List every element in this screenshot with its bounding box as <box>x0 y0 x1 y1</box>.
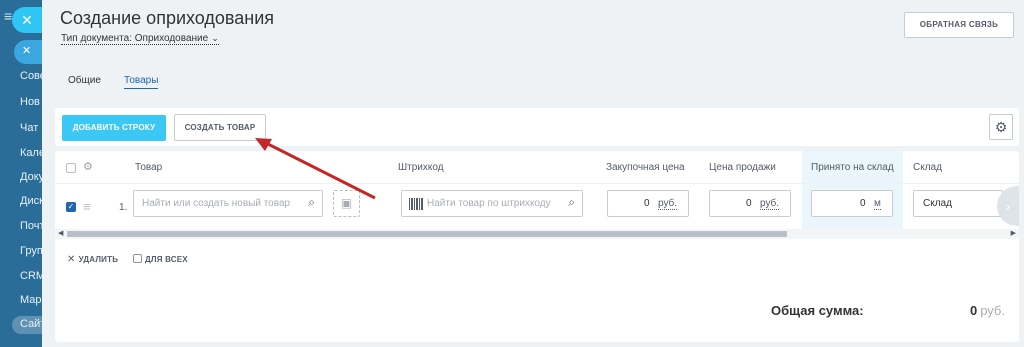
purchase-currency[interactable]: руб. <box>658 198 678 210</box>
column-header: Принято на склад <box>811 162 894 173</box>
select-all-checkbox[interactable] <box>66 163 76 173</box>
doc-type-label: Тип документа: <box>61 33 132 44</box>
sidebar-item[interactable]: Груп <box>20 245 42 257</box>
gear-icon: ⚙ <box>994 119 1008 135</box>
sidebar-item[interactable]: Диск <box>20 195 42 207</box>
sidebar-active-pill[interactable]: ✕ <box>14 40 42 64</box>
column-header: Склад <box>913 162 942 173</box>
sale-price-input[interactable]: 0 руб. <box>709 190 791 217</box>
sale-price-value: 0 <box>746 198 752 209</box>
purchase-price-input[interactable]: 0 руб. <box>607 190 689 217</box>
table-row: ✓ ≡ 1. Найти или создать новый товар ⌕ ▣… <box>55 185 1003 229</box>
product-search-input[interactable]: Найти или создать новый товар ⌕ <box>133 190 323 217</box>
column-header: Цена продажи <box>709 162 776 173</box>
left-sidebar: ≡ ✕ Сове Нов Чат Кале Доку Диск Почт Гру… <box>0 0 42 347</box>
column-header: Товар <box>135 162 163 173</box>
scrollbar-thumb[interactable] <box>67 231 787 237</box>
row-number: 1. <box>119 202 128 213</box>
sale-currency[interactable]: руб. <box>760 198 780 210</box>
table-header: ⚙ Товар Штрихкод Закупочная цена Цена пр… <box>55 151 1019 184</box>
sidebar-item[interactable]: Нов <box>20 96 40 108</box>
chevron-down-icon: ⌄ <box>211 33 219 43</box>
sidebar-item[interactable]: Сайт <box>20 318 42 330</box>
barcode-icon <box>409 198 423 210</box>
slider-panel: Создание оприходования Тип документа: Оп… <box>42 0 1024 347</box>
tab-products[interactable]: Товары <box>124 75 159 89</box>
slider-close-button[interactable]: ✕ <box>12 7 42 33</box>
image-placeholder-icon[interactable]: ▣ <box>333 190 360 217</box>
sidebar-item[interactable]: CRM <box>20 270 42 282</box>
sidebar-item[interactable]: Почт <box>20 220 42 232</box>
sidebar-item[interactable]: Чат <box>20 122 38 134</box>
sidebar-item[interactable]: Сове <box>20 70 42 82</box>
delete-action[interactable]: ✕ УДАЛИТЬ <box>67 254 118 265</box>
toolbar: ДОБАВИТЬ СТРОКУ СОЗДАТЬ ТОВАР ⚙ <box>55 108 1019 146</box>
gear-icon[interactable]: ⚙ <box>83 160 93 173</box>
for-all-checkbox[interactable]: ДЛЯ ВСЕХ <box>133 254 188 264</box>
row-checkbox[interactable]: ✓ <box>66 202 76 212</box>
total-value: 0 <box>969 303 978 318</box>
close-icon: ✕ <box>67 254 76 265</box>
drag-handle-icon[interactable]: ≡ <box>83 199 91 214</box>
total-amount: 0 руб. <box>970 303 1005 318</box>
hamburger-icon[interactable]: ≡ <box>4 8 12 24</box>
page-title: Создание оприходования <box>60 8 275 28</box>
accepted-quantity-input[interactable]: 0 м <box>811 190 893 217</box>
column-header: Штрихкод <box>398 162 444 173</box>
settings-button[interactable]: ⚙ <box>989 114 1013 140</box>
scroll-left-icon[interactable]: ◀ <box>58 229 63 237</box>
sidebar-item[interactable]: Доку <box>20 171 42 183</box>
create-product-button[interactable]: СОЗДАТЬ ТОВАР <box>174 114 266 141</box>
search-icon[interactable]: ⌕ <box>568 195 575 210</box>
sidebar-item[interactable]: Мар <box>20 294 42 306</box>
chevron-right-icon: › <box>1005 198 1011 214</box>
product-search-placeholder: Найти или создать новый товар <box>142 198 291 209</box>
close-icon: ✕ <box>21 12 33 28</box>
close-icon: ✕ <box>22 45 32 57</box>
barcode-search-placeholder: Найти товар по штрихкоду <box>427 198 551 209</box>
column-header: Закупочная цена <box>606 162 685 173</box>
total-label: Общая сумма: <box>771 303 864 318</box>
barcode-search-input[interactable]: Найти товар по штрихкоду ⌕ <box>401 190 583 217</box>
sidebar-item[interactable]: Кале <box>20 147 42 159</box>
horizontal-scrollbar[interactable]: ◀ ▶ <box>55 229 1019 239</box>
delete-label: УДАЛИТЬ <box>78 255 119 264</box>
search-icon[interactable]: ⌕ <box>308 195 315 210</box>
feedback-button[interactable]: ОБРАТНАЯ СВЯЗЬ <box>904 12 1014 38</box>
for-all-box[interactable] <box>133 254 142 263</box>
warehouse-value: Склад <box>923 198 952 209</box>
scroll-right-icon[interactable]: ▶ <box>1011 229 1016 237</box>
tab-general[interactable]: Общие <box>68 75 101 86</box>
accepted-unit[interactable]: м <box>874 198 881 210</box>
total-currency: руб. <box>980 303 1005 318</box>
accepted-quantity-value: 0 <box>860 198 866 209</box>
warehouse-select[interactable]: Склад <box>913 190 1003 217</box>
doc-type-selector[interactable]: Тип документа: Оприходование ⌄ <box>61 33 219 45</box>
purchase-price-value: 0 <box>644 198 650 209</box>
for-all-label: ДЛЯ ВСЕХ <box>145 255 188 264</box>
doc-type-value: Оприходование <box>134 33 209 44</box>
add-row-button[interactable]: ДОБАВИТЬ СТРОКУ <box>62 115 166 141</box>
products-table: ⚙ Товар Штрихкод Закупочная цена Цена пр… <box>55 151 1019 342</box>
